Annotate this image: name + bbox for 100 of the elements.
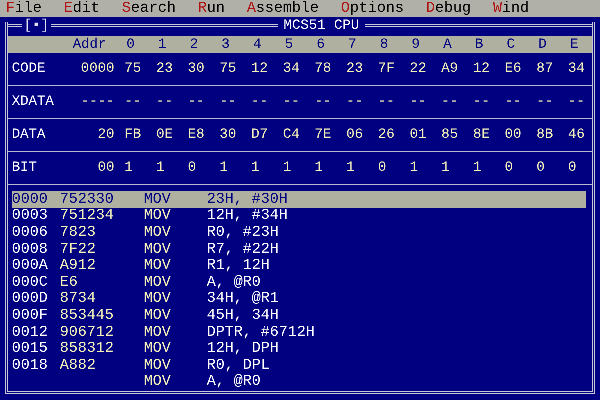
code-address: 000A [12,258,50,274]
code-bytes: A912 [60,258,98,274]
memory-cell-text: E6 [504,62,523,76]
code-line[interactable]: 0018 A882 MOV R0, DPL [12,356,586,374]
code-address: 0006 [12,224,50,240]
memory-label: CODE [11,62,47,76]
menu-item[interactable]: Run [198,1,226,16]
memory-cell-text: -- [155,95,174,109]
code-bytes: 7F22 [60,242,98,257]
code-line[interactable]: 0015 858312 MOV 12H, DPH [12,340,586,357]
memory-cell-text: 8E [472,128,492,142]
memory-cell-text: -- [282,95,301,109]
memory-cell-text: D7 [250,128,270,142]
memory-cell-text: 30 [187,62,206,76]
memory-cell-text: 1 [345,161,356,175]
header-cell-text: 3 [220,38,232,52]
code-mnemonic: MOV [144,374,172,390]
memory-address: ---- [80,95,116,109]
memory-cell-text: 1 [218,161,230,175]
header-cell-text: 2 [188,38,200,52]
menu-item[interactable]: Options [341,1,404,16]
code-line[interactable]: 0012 906712 MOV DPTR, #6712H [12,324,586,340]
header-cell-text: A [442,38,453,52]
memory-label: DATA [11,128,47,142]
code-line[interactable]: 0003 751234 MOV 12H, #34H [12,208,586,224]
code-address: 0003 [12,208,50,224]
memory-cell-text: 1 [472,161,483,175]
memory-address: 0000 [80,62,116,76]
header-cell-text: 8 [379,38,390,52]
memory-cell-text: 1 [314,161,324,175]
memory-cell-text: -- [440,95,460,109]
code-line[interactable]: 0008 7F22 MOV R7, #22H [12,240,586,258]
code-bytes: 752330 [60,192,116,207]
memory-cell-text: FB [124,128,142,142]
menu-item[interactable]: Debug [426,1,472,16]
header-cell-text: 6 [316,38,326,52]
memory-cell-text: -- [567,95,586,109]
header-cell-text: E [569,38,580,52]
memory-cell-text: 0 [536,161,546,175]
code-mnemonic: MOV [144,258,172,274]
memory-cell-text: 85 [440,128,460,142]
memory-cell-text: 01 [408,128,428,142]
menu-item[interactable]: Edit [64,1,100,16]
code-mnemonic: MOV [144,192,172,207]
memory-cell-text: -- [377,95,396,109]
code-bytes: 7823 [60,224,98,240]
memory-cell-text: -- [187,95,206,109]
memory-cell-text: -- [250,95,270,109]
close-box[interactable]: [▪] [22,19,52,33]
memory-cell-text: 7F [377,62,396,76]
code-operands: R0, DPL [207,358,270,373]
memory-cell-text: 00 [504,128,523,142]
memory-cell-text: 34 [567,62,586,76]
memory-cell-text: 1 [124,161,134,175]
memory-cell-text: 0E [155,128,174,142]
memory-cell-text: 0 [504,161,514,175]
header-cell-text: C [506,38,516,52]
code-line[interactable]: 000A A912 MOV R1, 12H [12,257,586,274]
menu-item[interactable]: Assemble [247,1,320,16]
header-cell-text: 7 [347,38,358,52]
memory-cell-text: -- [472,95,492,109]
code-mnemonic: MOV [144,308,172,323]
code-operands: R0, #23H [207,224,280,240]
memory-cell-text: -- [218,95,238,109]
code-line[interactable]: 0006 7823 MOV R0, #23H [12,224,586,241]
memory-cell-text: 78 [314,62,333,76]
code-operands: 23H, #30H [207,192,288,207]
code-operands: 12H, #34H [207,208,288,224]
memory-cell-text: A9 [440,62,460,76]
memory-cell-text: 87 [536,62,554,76]
memory-cell-text: 0 [187,161,198,175]
memory-address: 20 [96,128,116,142]
memory-cell-text: -- [314,95,333,109]
code-operands: 45H, 34H [207,308,280,323]
code-address: 000F [12,308,50,323]
code-address: 0015 [12,341,50,356]
code-mnemonic: MOV [144,224,172,240]
code-bytes: A882 [60,358,98,373]
code-bytes: E6 [60,274,80,290]
code-line[interactable]: MOV A, @R0 [12,374,586,390]
menu-item[interactable]: Search [122,1,176,16]
code-mnemonic: MOV [144,274,172,290]
memory-cell-text: 34 [282,62,301,76]
header-cell-text: 4 [252,38,263,52]
memory-cell-text: 0 [567,161,578,175]
code-address: 0000 [12,192,50,207]
code-address: 0008 [12,242,50,257]
header-cell-text: 0 [126,38,136,52]
menu-item[interactable]: File [6,1,42,16]
code-line[interactable]: 000D 8734 MOV 34H, @R1 [12,290,586,308]
memory-cell-text: 1 [408,161,420,175]
code-bytes: 853445 [60,308,116,323]
memory-cell-text: 30 [218,128,238,142]
memory-cell-text: C4 [282,128,301,142]
code-line[interactable]: 000F 853445 MOV 45H, 34H [12,307,586,324]
menu-item[interactable]: Wind [493,1,530,16]
memory-cell-text: 12 [472,62,492,76]
header-cell-text: 5 [284,38,294,52]
code-line[interactable]: 000C E6 MOV A, @R0 [12,274,586,291]
code-operands: R7, #22H [207,242,280,257]
